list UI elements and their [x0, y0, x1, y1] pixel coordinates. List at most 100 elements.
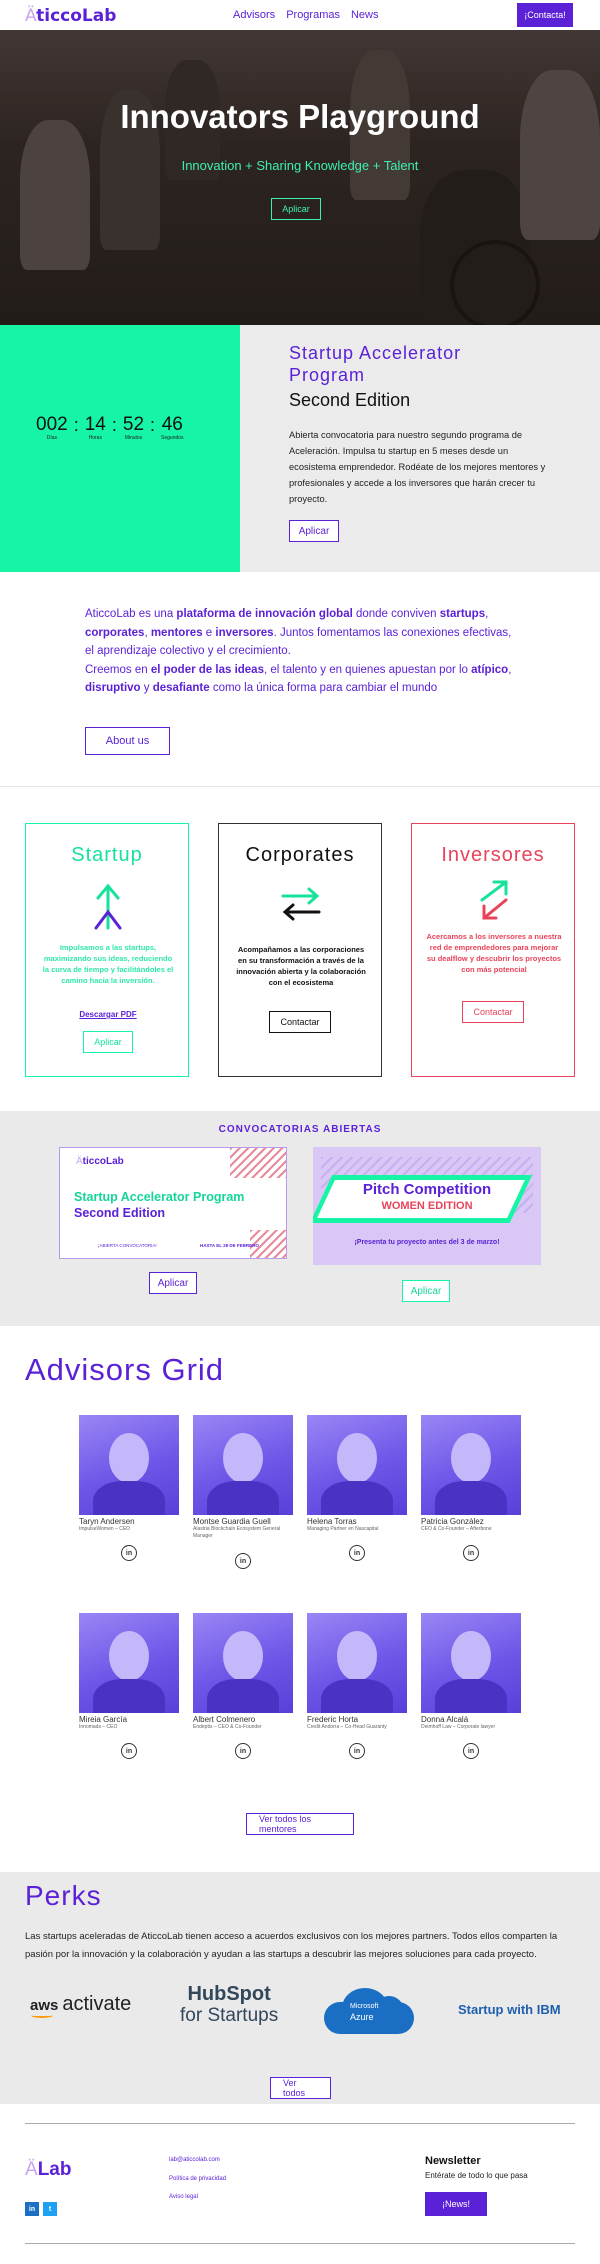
countdown-hours: 14 Horas — [85, 415, 106, 442]
nav-link-news[interactable]: News — [351, 9, 379, 21]
about-text-fragment: , — [485, 608, 489, 620]
accelerator-edition: Second Edition — [289, 390, 411, 410]
advisor-role: Endeptis – CEO & Co-Founder — [193, 1724, 262, 1730]
convocatorias-title: CONVOCATORIAS ABIERTAS — [218, 1124, 382, 1135]
advisor-name: Albert Colmenero — [193, 1715, 256, 1724]
countdown-days-value: 002 — [36, 414, 68, 435]
perks-text: Las startups aceleradas de AticcoLab tie… — [25, 1931, 558, 1960]
about-text-fragment: e — [202, 626, 216, 639]
footer-divider — [25, 2243, 575, 2244]
section-divider — [0, 786, 600, 787]
corporates-card-text: Acompañamos a las corporaciones en su tr… — [236, 945, 366, 987]
about-us-button[interactable]: About us — [85, 727, 170, 755]
newsletter-button[interactable]: ¡News! — [425, 2192, 487, 2216]
view-all-mentors-button[interactable]: Ver todos los mentores — [246, 1813, 354, 1835]
corporates-contact-button[interactable]: Contactar — [269, 1011, 331, 1033]
about-text-bold: desafiante — [152, 682, 210, 694]
advisor-card: Montse Guardia Guell Alastria Blockchain… — [193, 1415, 293, 1540]
about-text-fragment: y — [140, 682, 153, 694]
azure-cloud-logo: Microsoft Azure — [324, 1988, 414, 2034]
linkedin-icon[interactable]: in — [121, 1743, 137, 1759]
linkedin-icon[interactable]: in — [235, 1553, 251, 1569]
advisor-photo-body — [435, 1481, 507, 1515]
advisor-name: Mireia García — [79, 1715, 128, 1724]
advisor-photo — [307, 1415, 407, 1515]
footer-email-link[interactable]: lab@aticcolab.com — [169, 2157, 220, 2163]
advisor-photo-head — [451, 1631, 491, 1681]
about-text-fragment: AticcoLab es una — [85, 608, 177, 620]
startup-card-text: Impulsamos a las startups, maximizando s… — [42, 943, 174, 985]
pitch-banner-apply-button[interactable]: Aplicar — [402, 1280, 450, 1302]
inversores-contact-button[interactable]: Contactar — [462, 1001, 524, 1023]
advisor-photo-body — [435, 1679, 507, 1713]
banner2-subtitle: WOMEN EDITION — [381, 1200, 473, 1212]
advisor-card: Mireia García Innomads – CEO — [79, 1613, 179, 1731]
hubspot-for-startups-text: for Startups — [180, 2005, 279, 2026]
accelerator-banner-apply-button[interactable]: Aplicar — [149, 1272, 197, 1294]
countdown-minutes-value: 52 — [122, 414, 145, 435]
footer-logo[interactable]: ÄLab — [25, 2159, 71, 2181]
hero-section: Innovators Playground Innovation + Shari… — [0, 30, 600, 325]
linkedin-icon[interactable]: in — [25, 2202, 39, 2216]
accelerator-title: Startup Accelerator Program — [289, 343, 462, 385]
accelerator-apply-button[interactable]: Aplicar — [289, 520, 339, 542]
diagonal-arrows-icon — [480, 880, 508, 920]
banner1-title: Startup Accelerator Program — [74, 1190, 245, 1204]
download-pdf-link[interactable]: Descargar PDF — [26, 1010, 190, 1019]
footer-legal-link[interactable]: Aviso legal — [169, 2194, 198, 2200]
hero-overlay — [0, 30, 600, 325]
aws-logo-text: aws — [30, 1997, 59, 2014]
startup-card-title: Startup — [71, 844, 143, 866]
startup-apply-button[interactable]: Aplicar — [83, 1031, 133, 1053]
corporates-card-title: Corporates — [245, 844, 355, 866]
linkedin-icon[interactable]: in — [235, 1743, 251, 1759]
inversores-card-text: Acercamos a los inversores a nuestra red… — [426, 932, 562, 974]
linkedin-icon[interactable]: in — [349, 1743, 365, 1759]
advisor-photo-body — [93, 1679, 165, 1713]
about-text-bold: mentores — [150, 626, 203, 639]
logo-text: ticcoLab — [36, 6, 117, 26]
hubspot-logo: HubSpot for Startups — [180, 1984, 279, 2027]
advisor-role: CEO & Co-Founder – Afterbone — [421, 1526, 492, 1532]
countdown-panel — [0, 325, 240, 572]
twitter-icon[interactable]: t — [43, 2202, 57, 2216]
linkedin-icon[interactable]: in — [121, 1545, 137, 1561]
nav-link-programas[interactable]: Programas — [286, 9, 340, 21]
advisor-name: Helena Torras — [307, 1517, 357, 1526]
advisor-role: ImpulseWomen – CEO — [79, 1526, 131, 1532]
top-navbar: ÄticcoLab Advisors Programas News ¡Conta… — [0, 0, 600, 30]
logo-letter: Ä — [25, 6, 37, 26]
newsletter-text: Entérate de todo lo que pasa — [425, 2171, 528, 2180]
banner-stripes — [230, 1148, 286, 1178]
site-logo[interactable]: ÄticcoLab — [25, 6, 116, 26]
linkedin-icon[interactable]: in — [463, 1743, 479, 1759]
accelerator-banner[interactable]: ÄticcoLab Startup Accelerator Program Se… — [59, 1147, 287, 1259]
accelerator-description: Abierta convocatoria para nuestro segund… — [289, 430, 546, 504]
linkedin-icon[interactable]: in — [349, 1545, 365, 1561]
advisor-role: Alastria Blockchain Ecosystem General Ma… — [193, 1526, 281, 1539]
newsletter-title: Newsletter — [425, 2155, 481, 2167]
advisor-card: Patricia González CEO & Co-Founder – Aft… — [421, 1415, 521, 1533]
hero-apply-button[interactable]: Aplicar — [271, 198, 321, 220]
countdown-hours-label: Horas — [88, 435, 102, 441]
pitch-competition-banner[interactable]: Pitch Competition WOMEN EDITION ¡Present… — [313, 1147, 541, 1265]
nav-link-advisors[interactable]: Advisors — [233, 9, 275, 21]
advisor-photo-body — [93, 1481, 165, 1515]
about-text-bold: disruptivo — [85, 682, 141, 694]
advisor-name: Frederic Horta — [307, 1715, 359, 1724]
about-text-fragment: , — [508, 663, 512, 676]
advisor-card: Frederic Horta Credit Andorra – Co-Head … — [307, 1613, 407, 1731]
hero-subtitle: Innovation + Sharing Knowledge + Talent — [181, 158, 419, 173]
view-all-perks-button[interactable]: Ver todos — [270, 2077, 331, 2099]
advisor-role: Managing Partner en Nascapital — [307, 1526, 379, 1532]
advisor-name: Montse Guardia Guell — [193, 1517, 271, 1526]
banner-logo: ÄticcoLab — [76, 1156, 124, 1167]
advisor-card: Donna Alcalá Deimhoff Law – Corporate la… — [421, 1613, 521, 1731]
hero-title: Innovators Playground — [120, 98, 480, 135]
about-text-bold: atípico — [471, 663, 509, 676]
contact-button[interactable]: ¡Contacta! — [517, 3, 573, 27]
linkedin-icon[interactable]: in — [463, 1545, 479, 1561]
footer-privacy-link[interactable]: Política de privacidad — [169, 2176, 226, 2182]
azure-logo-subtext: Azure — [350, 2012, 374, 2022]
countdown-timer: 002 Días : 14 Horas : 52 Minutos : 46 Segund… — [36, 414, 184, 442]
